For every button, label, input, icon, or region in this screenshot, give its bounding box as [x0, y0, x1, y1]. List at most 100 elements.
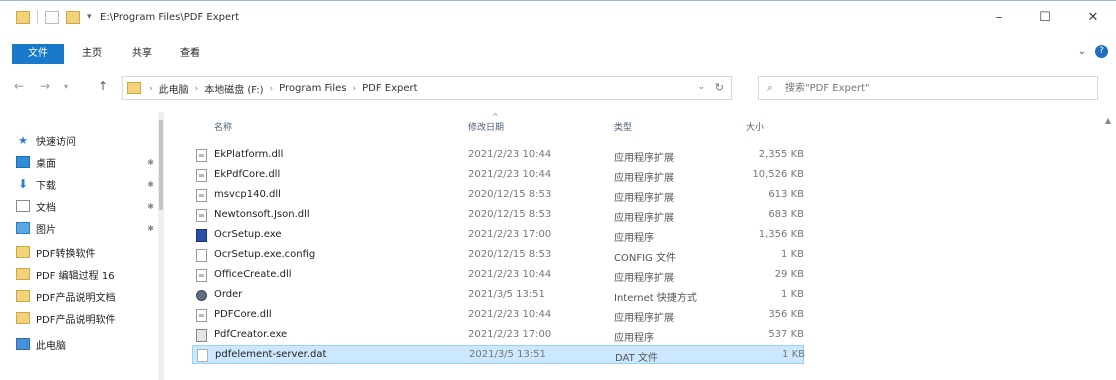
file-type: 应用程序扩展: [614, 173, 674, 184]
file-size: 1 KB: [781, 249, 804, 260]
nav-quick-access[interactable]: ★ 快速访问: [16, 130, 76, 150]
customize-qat-icon[interactable]: ▾: [87, 12, 92, 22]
file-name: PDFCore.dll: [214, 309, 272, 320]
file-size: 537 KB: [768, 329, 804, 340]
file-date: 2021/2/23 17:00: [468, 229, 552, 240]
navigation-scrollbar[interactable]: [158, 112, 164, 380]
pin-icon[interactable]: ✱: [147, 158, 154, 167]
nav-folder[interactable]: PDF转换软件: [16, 242, 95, 262]
forward-arrow-icon[interactable]: →: [40, 79, 50, 93]
chevron-right-icon[interactable]: ›: [270, 84, 274, 94]
refresh-icon[interactable]: ↻: [715, 81, 724, 94]
scroll-up-icon[interactable]: ▲: [1105, 116, 1111, 125]
nav-folder[interactable]: PDF产品说明文档: [16, 286, 115, 306]
back-arrow-icon[interactable]: ←: [14, 79, 24, 93]
nav-downloads[interactable]: ⬇ 下载: [16, 174, 56, 194]
column-header-name[interactable]: 名称: [214, 120, 232, 133]
document-icon: [16, 200, 30, 212]
file-date: 2020/12/15 8:53: [468, 189, 552, 200]
table-row-selected[interactable]: pdfelement-server.dat 2021/3/5 13:51 DAT…: [192, 345, 805, 364]
file-name: Order: [214, 289, 243, 300]
title-bar: ▾ E:\Program Files\PDF Expert – ☐ ✕: [0, 0, 1116, 36]
file-date: 2020/12/15 8:53: [468, 209, 552, 220]
help-icon[interactable]: ?: [1095, 45, 1108, 58]
table-row[interactable]: OcrSetup.exe.config 2020/12/15 8:53 CONF…: [192, 246, 804, 265]
minimize-button[interactable]: –: [976, 1, 1022, 33]
pin-icon[interactable]: ✱: [147, 202, 154, 211]
up-arrow-icon[interactable]: ↑: [98, 79, 108, 93]
nav-folder[interactable]: PDF产品说明软件: [16, 308, 115, 328]
pin-icon[interactable]: ✱: [147, 224, 154, 233]
file-type: 应用程序扩展: [614, 153, 674, 164]
file-list-scrollbar[interactable]: ▲: [1102, 112, 1116, 380]
column-header-type[interactable]: 类型: [614, 120, 632, 133]
file-type: 应用程序扩展: [614, 273, 674, 284]
breadcrumb-local-disk[interactable]: 本地磁盘 (F:): [204, 81, 263, 96]
properties-icon[interactable]: [45, 10, 59, 24]
file-date: 2020/12/15 8:53: [468, 249, 552, 260]
chevron-right-icon[interactable]: ›: [352, 84, 356, 94]
ribbon-tabs: 文件 主页 共享 查看 ⌄ ?: [0, 36, 1116, 64]
chevron-right-icon[interactable]: ›: [195, 84, 199, 94]
folder-icon: [127, 82, 141, 94]
divider: [37, 10, 38, 24]
maximize-button[interactable]: ☐: [1022, 1, 1068, 33]
dll-file-icon: [196, 309, 207, 322]
tab-view[interactable]: 查看: [180, 44, 200, 64]
table-row[interactable]: PdfCreator.exe 2021/2/23 17:00 应用程序 537 …: [192, 326, 804, 345]
application-icon: [196, 229, 207, 242]
table-row[interactable]: PDFCore.dll 2021/2/23 10:44 应用程序扩展 356 K…: [192, 306, 804, 325]
file-size: 2,355 KB: [758, 149, 804, 160]
column-header-size[interactable]: 大小: [746, 120, 764, 133]
file-name: OcrSetup.exe: [214, 229, 282, 240]
quick-access-toolbar: ▾: [16, 10, 92, 24]
nav-documents[interactable]: 文档: [16, 196, 56, 216]
file-name: pdfelement-server.dat: [215, 349, 327, 360]
dll-file-icon: [196, 269, 207, 282]
folder-icon: [16, 312, 30, 324]
table-row[interactable]: EkPdfCore.dll 2021/2/23 10:44 应用程序扩展 10,…: [192, 166, 804, 185]
breadcrumb-program-files[interactable]: Program Files: [279, 83, 346, 94]
column-header-date[interactable]: 修改日期: [468, 120, 504, 133]
table-row[interactable]: EkPlatform.dll 2021/2/23 10:44 应用程序扩展 2,…: [192, 146, 804, 165]
scrollbar-thumb[interactable]: [159, 120, 163, 210]
nav-this-pc[interactable]: 此电脑: [16, 334, 66, 354]
file-list: ^ 名称 修改日期 类型 大小 EkPlatform.dll 2021/2/23…: [170, 112, 1100, 380]
file-name: OcrSetup.exe.config: [214, 249, 316, 260]
dll-file-icon: [196, 149, 207, 162]
tab-home[interactable]: 主页: [82, 44, 102, 64]
address-bar[interactable]: › 此电脑 › 本地磁盘 (F:) › Program Files › PDF …: [122, 76, 732, 100]
file-size: 683 KB: [768, 209, 804, 220]
tab-file[interactable]: 文件: [12, 44, 64, 64]
close-button[interactable]: ✕: [1070, 1, 1116, 33]
file-name: EkPdfCore.dll: [214, 169, 281, 180]
new-folder-icon[interactable]: [66, 10, 80, 24]
table-row[interactable]: msvcp140.dll 2020/12/15 8:53 应用程序扩展 613 …: [192, 186, 804, 205]
table-row[interactable]: OcrSetup.exe 2021/2/23 17:00 应用程序 1,356 …: [192, 226, 804, 245]
expand-ribbon-icon[interactable]: ⌄: [1078, 46, 1086, 57]
computer-icon: [16, 338, 30, 350]
recent-locations-icon[interactable]: ▾: [64, 82, 68, 91]
breadcrumb-this-pc[interactable]: 此电脑: [159, 81, 189, 96]
address-dropdown-icon[interactable]: ⌄: [697, 82, 705, 92]
tab-share[interactable]: 共享: [132, 44, 152, 64]
file-type: 应用程序: [614, 233, 654, 244]
file-name: msvcp140.dll: [214, 189, 281, 200]
file-date: 2021/3/5 13:51: [468, 289, 545, 300]
desktop-icon: [16, 156, 30, 168]
search-input[interactable]: [785, 80, 1085, 96]
search-box[interactable]: ⌕: [758, 76, 1098, 100]
file-size: 1,356 KB: [758, 229, 804, 240]
file-type: 应用程序: [614, 333, 654, 344]
nav-desktop[interactable]: 桌面: [16, 152, 56, 172]
nav-pictures[interactable]: 图片: [16, 218, 56, 238]
table-row[interactable]: Order 2021/3/5 13:51 Internet 快捷方式 1 KB: [192, 286, 804, 305]
breadcrumb-pdf-expert[interactable]: PDF Expert: [362, 83, 417, 94]
table-row[interactable]: Newtonsoft.Json.dll 2020/12/15 8:53 应用程序…: [192, 206, 804, 225]
table-row[interactable]: OfficeCreate.dll 2021/2/23 10:44 应用程序扩展 …: [192, 266, 804, 285]
file-type: DAT 文件: [615, 353, 658, 364]
pin-icon[interactable]: ✱: [147, 180, 154, 189]
nav-folder[interactable]: PDF 编辑过程 16: [16, 264, 115, 284]
file-size: 10,526 KB: [752, 169, 804, 180]
file-date: 2021/2/23 10:44: [468, 169, 552, 180]
